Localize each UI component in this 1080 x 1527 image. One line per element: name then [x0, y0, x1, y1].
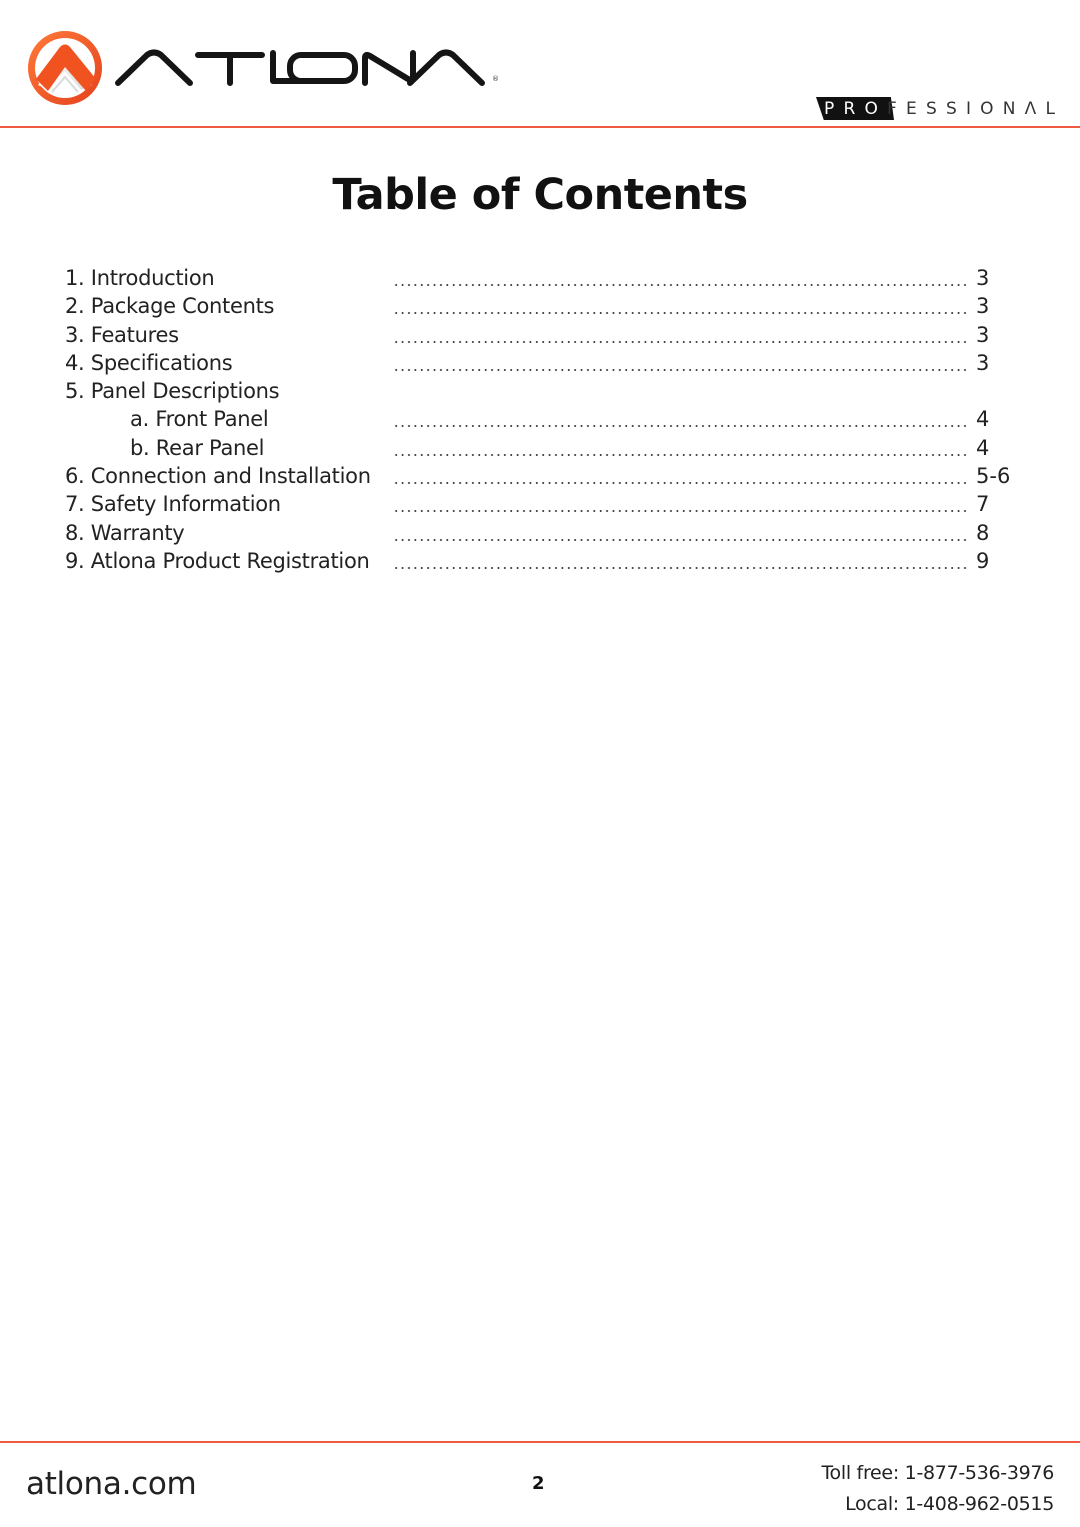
- toc-dot-leader: [393, 510, 969, 513]
- badge-text: PROFESSIONΛL: [824, 97, 1064, 121]
- toc-dot-leader: [393, 453, 969, 456]
- toc-entry-label: 9. Atlona Product Registration: [65, 548, 370, 573]
- toc-entry-label: 7. Safety Information: [65, 492, 281, 517]
- table-of-contents: 1. Introduction 3 2. Package Contents 3 3. F…: [0, 264, 1080, 575]
- toc-entry-page: 5-6: [976, 464, 1011, 489]
- toc-dot-leader: [393, 368, 969, 371]
- toc-entry-page: 3: [976, 266, 990, 290]
- toc-dot-leader: [393, 482, 969, 485]
- toc-entry-page: 4: [976, 407, 990, 432]
- toc-entry-label: 5. Panel Descriptions: [65, 379, 280, 404]
- badge-rest: FESSIONΛL: [887, 99, 1065, 119]
- toc-entry[interactable]: 8. Warranty 8: [0, 519, 1080, 547]
- badge-highlight: PRO: [824, 99, 888, 119]
- local-phone: Local: 1-408-962-0515: [845, 1493, 1054, 1515]
- toc-entry[interactable]: 4. Specifications 3: [0, 349, 1080, 377]
- page-title: Table of Contents: [332, 170, 748, 220]
- toc-entry-label: b. Rear Panel: [130, 435, 265, 460]
- footer-divider: [0, 1441, 1080, 1443]
- toc-dot-leader: [393, 312, 969, 315]
- toc-dot-leader: [393, 566, 969, 569]
- toc-entry-label: a. Front Panel: [130, 407, 269, 432]
- toc-entry-page: 3: [976, 350, 990, 375]
- toc-dot-leader: [393, 340, 969, 343]
- toc-entry[interactable]: 6. Connection and Installation 5-6: [0, 462, 1080, 490]
- toc-entry-label: 4. Specifications: [65, 350, 233, 375]
- atlona-wordmark: ®: [115, 49, 499, 86]
- toc-entry[interactable]: 5. Panel Descriptions: [0, 377, 1080, 405]
- toc-entry[interactable]: 9. Atlona Product Registration 9: [0, 547, 1080, 575]
- toc-entry-page: 8: [976, 520, 990, 545]
- toc-entry-label: 2. Package Contents: [65, 294, 275, 319]
- footer-website[interactable]: atlona.com: [26, 1466, 197, 1502]
- footer-contact: Toll free: 1-877-536-3976 Local: 1-408-9…: [821, 1458, 1054, 1520]
- toc-entry[interactable]: a. Front Panel 4: [0, 405, 1080, 433]
- toc-entry-page: 7: [976, 492, 990, 517]
- professional-badge: PROFESSIONΛL: [814, 96, 1064, 122]
- toc-dot-leader: [393, 425, 969, 428]
- toc-entry[interactable]: 2. Package Contents 3: [0, 292, 1080, 320]
- toc-entry[interactable]: 3. Features 3: [0, 321, 1080, 349]
- header-divider: [0, 126, 1080, 128]
- toc-entry[interactable]: 7. Safety Information 7: [0, 490, 1080, 518]
- toc-dot-leader: [393, 284, 969, 286]
- toc-entry-label: 6. Connection and Installation: [65, 464, 371, 489]
- page-number: 2: [532, 1473, 545, 1494]
- atlona-logo-icon: [28, 31, 102, 105]
- toc-entry[interactable]: b. Rear Panel 4: [0, 434, 1080, 462]
- toc-entry-page: 4: [976, 435, 990, 460]
- toc-entry-label: 3. Features: [65, 322, 179, 347]
- toll-free-phone: Toll free: 1-877-536-3976: [821, 1462, 1054, 1484]
- toc-entry-label: 1. Introduction: [65, 266, 215, 290]
- toc-entry-page: 3: [976, 294, 990, 319]
- toc-entry-label: 8. Warranty: [65, 520, 185, 545]
- toc-entry[interactable]: 1. Introduction 3: [0, 264, 1080, 292]
- toc-entry-page: 9: [976, 548, 990, 573]
- registered-mark: ®: [492, 75, 499, 83]
- toc-entry-page: 3: [976, 322, 990, 347]
- toc-dot-leader: [393, 538, 969, 541]
